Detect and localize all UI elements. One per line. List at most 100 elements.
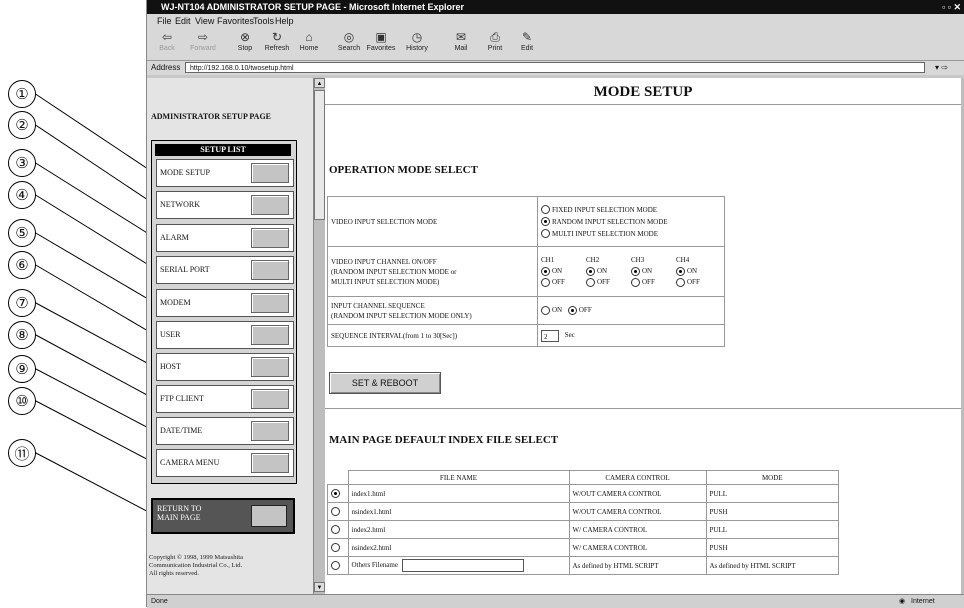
ch4-off-radio[interactable]: OFF	[676, 277, 721, 288]
callout-11: ⑪	[8, 439, 36, 467]
setup-item-user[interactable]: USER	[156, 321, 294, 349]
nsindex1-radio[interactable]	[327, 502, 349, 521]
menu-help[interactable]: Help	[275, 14, 294, 28]
setup-item-alarm[interactable]: ALARM	[156, 224, 294, 252]
index-file-table: FILE NAME CAMERA CONTROL MODE index1.htm…	[327, 470, 839, 575]
setup-item-button[interactable]	[251, 389, 289, 409]
sequence-options: ON OFF	[537, 296, 725, 325]
callout-9: ⑨	[8, 355, 36, 383]
table-row: Others Filename As defined by HTML SCRIP…	[327, 556, 839, 575]
channel-3: CH3 ON OFF	[631, 255, 676, 288]
forward-button[interactable]: ⇨ Forward	[185, 30, 221, 52]
status-zone: Internet	[911, 598, 935, 605]
callout-4: ④	[8, 181, 36, 209]
table-row: index1.html W/OUT CAMERA CONTROL PULL	[327, 484, 839, 503]
setup-item-date-time[interactable]: DATE/TIME	[156, 417, 294, 445]
scroll-up-arrow-icon[interactable]: ▲	[314, 78, 325, 88]
admin-heading: ADMINISTRATOR SETUP PAGE	[151, 112, 272, 121]
search-button[interactable]: ◎ Search	[331, 30, 367, 52]
copyright-text: Copyright © 1998, 1999 Matsushita Communi…	[149, 554, 243, 577]
setup-list-title: SETUP LIST	[155, 144, 291, 156]
sequence-on-radio[interactable]: ON	[541, 306, 562, 315]
menu-edit[interactable]: Edit	[175, 14, 191, 28]
history-button[interactable]: ◷ History	[399, 30, 435, 52]
callout-3: ③	[8, 149, 36, 177]
setup-item-camera-menu[interactable]: CAMERA MENU	[156, 449, 294, 477]
back-button[interactable]: ⇦ Back	[149, 30, 185, 52]
scroll-down-arrow-icon[interactable]: ▼	[314, 582, 325, 592]
setup-item-network[interactable]: NETWORK	[156, 191, 294, 219]
setup-item-button[interactable]	[251, 163, 289, 183]
setup-item-host[interactable]: HOST	[156, 353, 294, 381]
setup-item-ftp-client[interactable]: FTP CLIENT	[156, 385, 294, 413]
interval-input[interactable]: 2	[541, 329, 559, 342]
section-divider	[325, 408, 961, 409]
ch1-off-radio[interactable]: OFF	[541, 277, 586, 288]
menu-bar: File Edit View Favorites Tools Help	[147, 14, 964, 28]
menu-favorites[interactable]: Favorites	[217, 14, 254, 28]
return-main-button[interactable]	[251, 505, 287, 527]
radio-fixed-mode[interactable]: FIXED INPUT SELECTION MODE	[541, 204, 721, 216]
scroll-thumb[interactable]	[314, 90, 325, 220]
radio-random-mode[interactable]: RANDOM INPUT SELECTION MODE	[541, 216, 721, 228]
refresh-button[interactable]: ↻ Refresh	[259, 30, 295, 52]
setup-item-serial-port[interactable]: SERIAL PORT	[156, 256, 294, 284]
ch3-on-radio[interactable]: ON	[631, 266, 676, 277]
status-done: Done	[151, 598, 168, 605]
setup-item-button[interactable]	[251, 357, 289, 377]
table-row: nsindex1.html W/OUT CAMERA CONTROL PUSH	[327, 502, 839, 521]
setup-item-button[interactable]	[251, 325, 289, 345]
col-camera-control: CAMERA CONTROL	[568, 470, 707, 485]
setup-item-button[interactable]	[251, 228, 289, 248]
channel-onoff-label: VIDEO INPUT CHANNEL ON/OFF (RANDOM INPUT …	[327, 246, 538, 297]
window-title: WJ-NT104 ADMINISTRATOR SETUP PAGE - Micr…	[161, 2, 465, 12]
menu-file[interactable]: File	[157, 14, 172, 28]
go-arrow-icon[interactable]: ▾ ⇨	[935, 61, 948, 75]
mail-button[interactable]: ✉ Mail	[443, 30, 479, 52]
channel-2: CH2 ON OFF	[586, 255, 631, 288]
home-button[interactable]: ⌂ Home	[291, 30, 327, 52]
nsindex2-radio[interactable]	[327, 538, 349, 557]
setup-item-button[interactable]	[251, 293, 289, 313]
menu-view[interactable]: View	[195, 14, 214, 28]
address-input[interactable]: http://192.168.0.10/twosetup.html	[185, 62, 925, 73]
set-reboot-button[interactable]: SET & REBOOT	[329, 372, 441, 394]
internet-zone-icon: ◉	[899, 598, 906, 605]
sequence-off-radio[interactable]: OFF	[567, 306, 592, 315]
setup-item-button[interactable]	[251, 195, 289, 215]
interval-cell: 2 Sec	[537, 324, 725, 347]
stop-button[interactable]: ⊗ Stop	[227, 30, 263, 52]
ch4-on-radio[interactable]: ON	[676, 266, 721, 277]
window-controls[interactable]: ▫ ▫ ✕	[942, 0, 961, 14]
others-filename-input[interactable]	[401, 559, 524, 572]
setup-item-button[interactable]	[251, 421, 289, 441]
setup-item-mode-setup[interactable]: MODE SETUP	[156, 159, 294, 187]
setup-item-modem[interactable]: MODEM	[156, 289, 294, 317]
radio-multi-mode[interactable]: MULTI INPUT SELECTION MODE	[541, 228, 721, 240]
operation-mode-table: VIDEO INPUT SELECTION MODE FIXED INPUT S…	[327, 196, 725, 347]
ch1-on-radio[interactable]: ON	[541, 266, 586, 277]
setup-item-button[interactable]	[251, 260, 289, 280]
status-bar: Done ◉ Internet	[147, 594, 964, 608]
ch2-on-radio[interactable]: ON	[586, 266, 631, 277]
favorites-button[interactable]: ▣ Favorites	[363, 30, 399, 52]
menu-tools[interactable]: Tools	[253, 14, 274, 28]
others-radio[interactable]	[327, 556, 349, 575]
return-main-panel: RETURN TO MAIN PAGE	[151, 498, 295, 534]
setup-list-panel: SETUP LIST MODE SETUP NETWORK ALARM SERI…	[151, 140, 297, 484]
mail-icon: ✉	[455, 30, 467, 44]
edit-button[interactable]: ✎ Edit	[509, 30, 545, 52]
index2-radio[interactable]	[327, 520, 349, 539]
setup-item-button[interactable]	[251, 453, 289, 473]
page-title: MODE SETUP	[593, 84, 693, 100]
callout-1: ①	[8, 80, 36, 108]
video-input-label: VIDEO INPUT SELECTION MODE	[327, 196, 538, 247]
ch2-off-radio[interactable]: OFF	[586, 277, 631, 288]
browser-window: WJ-NT104 ADMINISTRATOR SETUP PAGE - Micr…	[146, 0, 964, 608]
print-button[interactable]: ⎙ Print	[477, 30, 513, 52]
callout-6: ⑥	[8, 251, 36, 279]
col-mode: MODE	[705, 470, 839, 485]
ch3-off-radio[interactable]: OFF	[631, 277, 676, 288]
index1-radio[interactable]	[327, 484, 349, 503]
video-input-mode-options: FIXED INPUT SELECTION MODE RANDOM INPUT …	[537, 196, 725, 247]
